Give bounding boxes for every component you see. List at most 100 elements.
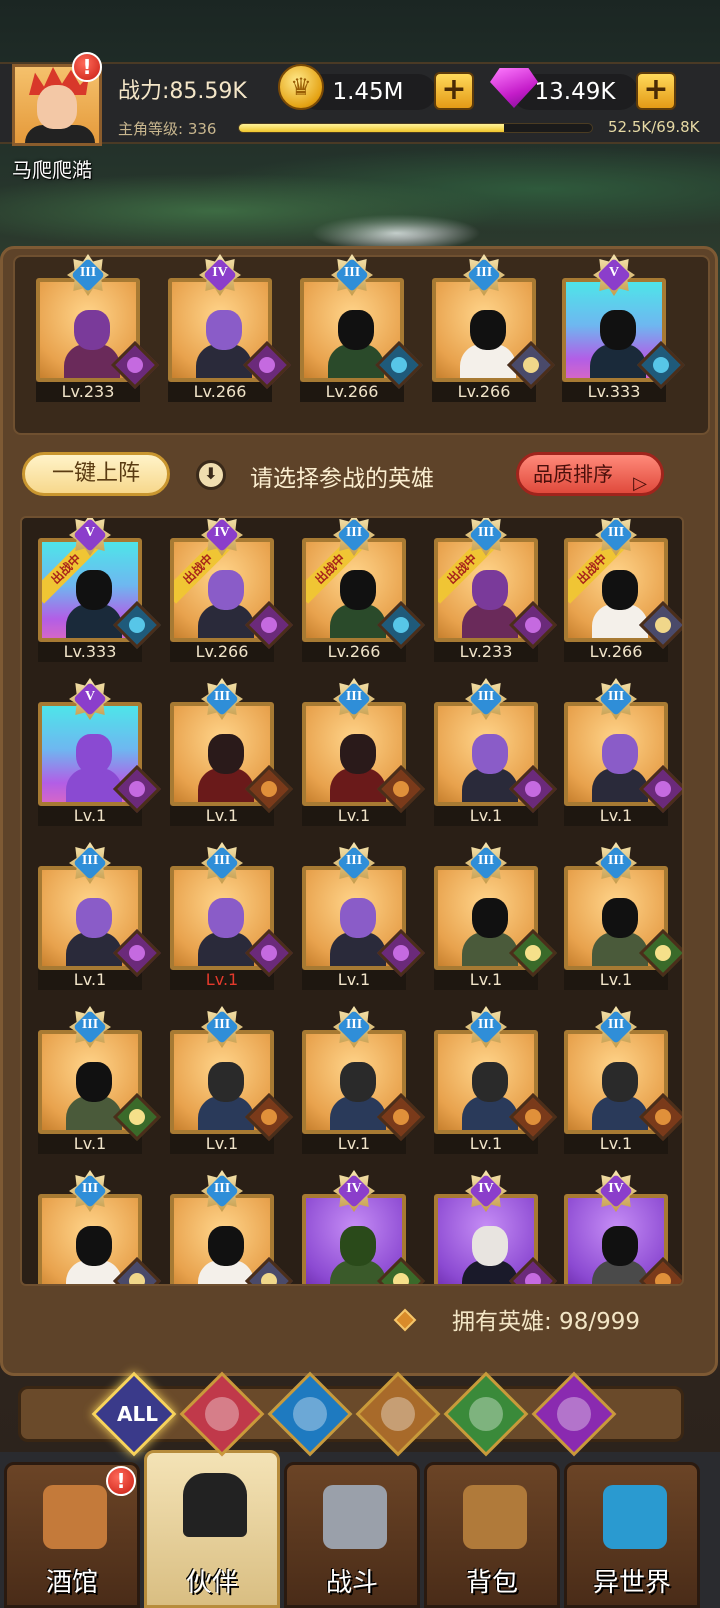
faction-emblem — [129, 945, 145, 961]
hero-portrait — [198, 570, 254, 638]
rank-numeral: III — [213, 1181, 231, 1196]
xp-progress-fill — [239, 124, 505, 132]
nav-label: 酒馆 — [45, 1568, 98, 1598]
faction-emblem — [129, 1109, 145, 1125]
hero-portrait — [198, 1062, 254, 1130]
rank-numeral: IV — [214, 525, 230, 540]
hero-portrait — [462, 734, 518, 802]
faction-emblem — [655, 1273, 671, 1284]
rank-numeral: III — [213, 1017, 231, 1032]
elf-faction-icon — [469, 1397, 503, 1431]
water-faction-filter-button[interactable] — [267, 1371, 353, 1457]
rank-numeral: III — [81, 1017, 99, 1032]
rank-numeral: III — [477, 689, 495, 704]
hero-head — [208, 570, 244, 610]
hero-level: Lv.333 — [38, 642, 142, 662]
rank-numeral: III — [213, 853, 231, 868]
demon-faction-icon — [557, 1397, 591, 1431]
elf-faction-filter-button[interactable] — [443, 1371, 529, 1457]
rank-numeral: III — [607, 525, 625, 540]
faction-emblem — [261, 945, 277, 961]
hero-portrait — [328, 310, 384, 378]
hero-portrait — [66, 1062, 122, 1130]
hero-head — [602, 570, 638, 610]
nav-partner-button[interactable]: 伙伴 — [144, 1450, 280, 1608]
nav-label: 异世界 — [592, 1568, 671, 1598]
faction-emblem — [655, 617, 671, 633]
hero-head — [600, 310, 636, 350]
nav-backpack-button[interactable]: 背包 — [424, 1462, 560, 1608]
hero-head — [472, 570, 508, 610]
nav-portal-button[interactable]: 异世界 — [564, 1462, 700, 1608]
all-filter-icon: ALL — [117, 1402, 158, 1426]
hero-level: Lv.233 — [36, 382, 140, 402]
hero-portrait — [330, 1062, 386, 1130]
rank-numeral: V — [84, 525, 96, 540]
hero-level: Lv.266 — [432, 382, 536, 402]
hero-portrait — [462, 570, 518, 638]
rank-numeral: III — [345, 525, 363, 540]
hero-head — [602, 898, 638, 938]
faction-emblem — [393, 945, 409, 961]
hero-head — [74, 310, 110, 350]
beast-faction-icon — [381, 1397, 415, 1431]
hero-level: Lv.1 — [170, 1134, 274, 1154]
rank-numeral: III — [81, 853, 99, 868]
sort-label: 品质排序 — [533, 462, 613, 486]
hero-head — [340, 570, 376, 610]
hero-head — [472, 1062, 508, 1102]
hero-head — [76, 1062, 112, 1102]
hero-head — [208, 898, 244, 938]
nav-alert-icon: ! — [106, 1466, 136, 1496]
hero-portrait — [592, 1062, 648, 1130]
hero-level: Lv.1 — [302, 806, 406, 826]
hero-portrait — [330, 734, 386, 802]
partner-icon — [183, 1473, 247, 1537]
hero-portrait — [330, 570, 386, 638]
hero-head — [340, 1226, 376, 1266]
rank-numeral: III — [477, 525, 495, 540]
combat-power: 战力:85.59K — [118, 79, 247, 104]
hero-portrait — [66, 570, 122, 638]
quality-sort-button[interactable]: 品质排序 ▷ — [516, 452, 664, 496]
faction-emblem — [261, 617, 277, 633]
hero-head — [208, 1226, 244, 1266]
faction-emblem — [261, 1109, 277, 1125]
rank-numeral: III — [345, 689, 363, 704]
player-level-label: 主角等级: 336 — [118, 120, 217, 138]
hero-grid[interactable]: 出战中 V Lv.333 出战中 IV Lv.266 出战中 III Lv.266 出战中 III L… — [20, 516, 684, 1286]
hero-head — [338, 310, 374, 350]
quick-deploy-button[interactable]: 一键上阵 — [22, 452, 170, 496]
hero-portrait — [592, 570, 648, 638]
tavern-icon — [43, 1485, 107, 1549]
all-filter-button[interactable]: ALL — [91, 1371, 177, 1457]
hero-level: Lv.1 — [434, 970, 538, 990]
water-faction-icon — [293, 1397, 327, 1431]
hero-level: Lv.266 — [302, 642, 406, 662]
hero-portrait — [592, 734, 648, 802]
demon-faction-filter-button[interactable] — [531, 1371, 617, 1457]
holy-faction-filter-button[interactable] — [179, 1371, 265, 1457]
hero-head — [470, 310, 506, 350]
hero-level: Lv.1 — [38, 806, 142, 826]
hero-head — [602, 1062, 638, 1102]
add-gold-button[interactable]: + — [434, 72, 474, 110]
hero-level: Lv.1 — [170, 806, 274, 826]
hero-head — [602, 734, 638, 774]
hero-head — [472, 734, 508, 774]
nav-label: 伙伴 — [185, 1568, 238, 1598]
hero-portrait — [460, 310, 516, 378]
battle-icon — [323, 1485, 387, 1549]
hero-level: Lv.266 — [168, 382, 272, 402]
nav-battle-button[interactable]: 战斗 — [284, 1462, 420, 1608]
avatar-alert-icon: ! — [72, 52, 102, 82]
portal-icon — [603, 1485, 667, 1549]
hero-level: Lv.1 — [38, 1134, 142, 1154]
hero-portrait — [66, 734, 122, 802]
rank-numeral: III — [345, 1017, 363, 1032]
hero-portrait — [198, 898, 254, 966]
beast-faction-filter-button[interactable] — [355, 1371, 441, 1457]
add-gem-button[interactable]: + — [636, 72, 676, 110]
hero-portrait — [66, 1226, 122, 1284]
gold-coin-icon: ♛ — [278, 64, 324, 110]
